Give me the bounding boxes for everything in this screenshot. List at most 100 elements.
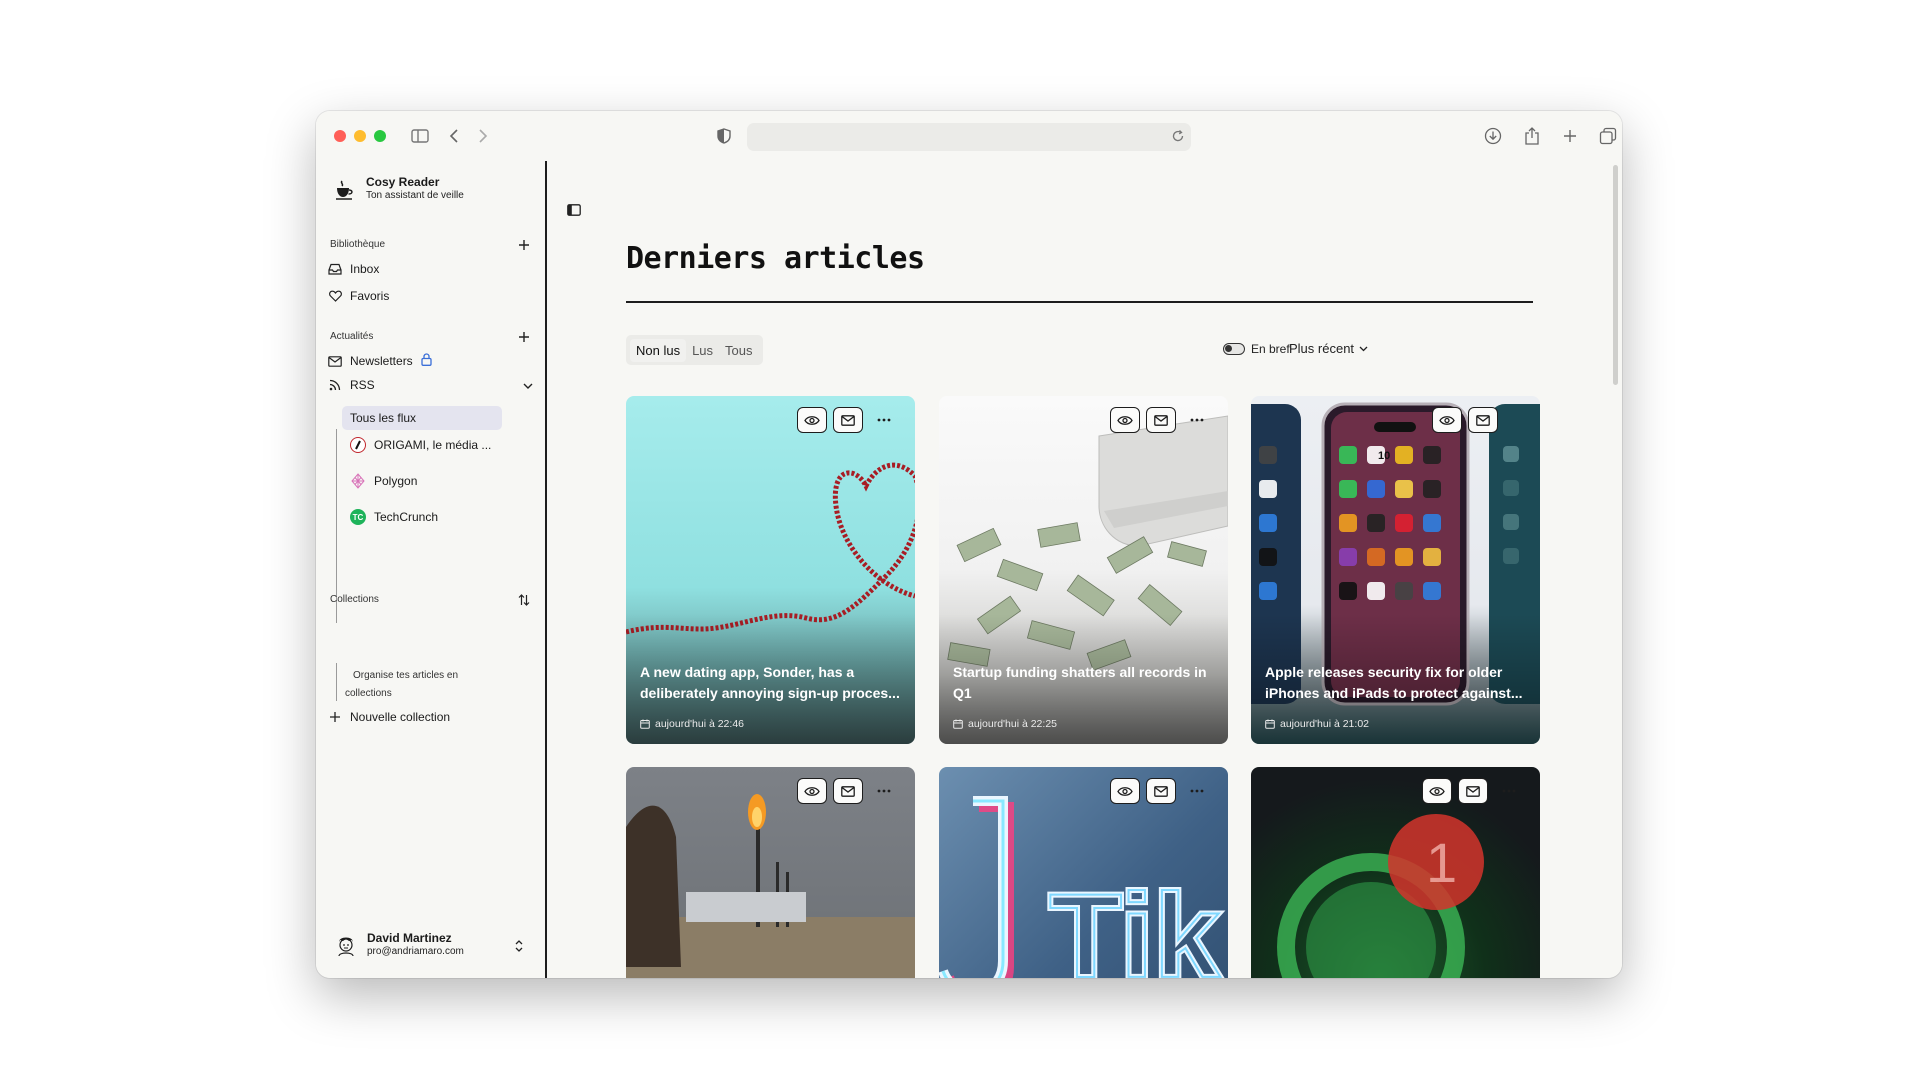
sidebar-item-rss[interactable]: RSS <box>328 374 533 396</box>
mark-read-button[interactable] <box>797 778 827 804</box>
chevron-up-down-icon[interactable] <box>514 939 524 958</box>
article-date-text: aujourd'hui à 22:25 <box>968 718 1057 730</box>
mail-icon <box>1154 785 1168 797</box>
more-options-icon[interactable] <box>1182 407 1212 433</box>
add-library-icon[interactable] <box>516 237 532 253</box>
mark-read-button[interactable] <box>1110 407 1140 433</box>
download-icon[interactable] <box>1481 124 1505 148</box>
news-heading: Actualités <box>330 331 374 342</box>
mail-icon <box>1154 414 1168 426</box>
send-email-button[interactable] <box>833 778 863 804</box>
article-date-text: aujourd'hui à 22:46 <box>655 718 744 730</box>
app-brand[interactable]: Cosy Reader Ton assistant de veille <box>334 175 464 203</box>
feed-item-polygon[interactable]: Polygon <box>342 466 502 496</box>
article-card[interactable]: 1 <box>1251 767 1540 978</box>
forward-icon[interactable] <box>471 124 495 148</box>
article-card[interactable]: Startup funding shatters all records in … <box>939 396 1228 744</box>
card-actions <box>797 778 899 804</box>
tab-unread[interactable]: Non lus <box>630 338 687 362</box>
send-email-button[interactable] <box>833 407 863 433</box>
article-date-text: aujourd'hui à 21:02 <box>1280 718 1369 730</box>
user-name: David Martinez <box>367 931 452 945</box>
eye-icon <box>804 415 820 425</box>
new-tab-icon[interactable] <box>1558 124 1582 148</box>
sidebar-item-label: Favoris <box>350 289 390 303</box>
sidebar-item-inbox[interactable]: Inbox <box>328 258 379 280</box>
article-card[interactable]: Tik Tik <box>939 767 1228 978</box>
mail-icon <box>1466 785 1480 797</box>
eye-icon <box>1117 786 1133 796</box>
chevron-down-icon <box>1359 346 1368 351</box>
sidebar-item-favoris[interactable]: Favoris <box>328 285 389 307</box>
mark-read-button[interactable] <box>1422 778 1452 804</box>
tab-all[interactable]: Tous <box>719 339 758 362</box>
mark-read-button[interactable] <box>797 407 827 433</box>
send-email-button[interactable] <box>1458 778 1488 804</box>
article-date: aujourd'hui à 22:46 <box>640 718 744 730</box>
card-actions <box>1110 778 1212 804</box>
mark-read-button[interactable] <box>1110 778 1140 804</box>
sidebar-toggle-icon[interactable] <box>408 124 432 148</box>
more-options-icon[interactable] <box>869 407 899 433</box>
collapse-sidebar-icon[interactable] <box>567 203 581 221</box>
article-title: Apple releases security fix for older iP… <box>1265 664 1523 701</box>
sidebar-item-label: Newsletters <box>350 354 413 368</box>
new-collection-button[interactable]: Nouvelle collection <box>328 706 450 728</box>
sidebar-item-newsletters[interactable]: Newsletters <box>328 350 432 372</box>
mail-icon <box>841 414 855 426</box>
article-card[interactable] <box>626 767 915 978</box>
send-email-button[interactable] <box>1146 778 1176 804</box>
feed-label: Tous les flux <box>350 411 417 425</box>
sidebar-item-label: Inbox <box>350 262 380 276</box>
polygon-favicon <box>350 473 366 489</box>
toggle-switch[interactable] <box>1223 343 1245 355</box>
add-news-icon[interactable] <box>516 329 532 345</box>
eye-icon <box>804 786 820 796</box>
sort-label: Plus récent <box>1289 341 1355 356</box>
feed-item-origami[interactable]: ORIGAMI, le média ... <box>342 430 502 460</box>
browser-window: Cosy Reader Ton assistant de veille Bibl… <box>316 111 1622 978</box>
eye-icon <box>1429 786 1445 796</box>
brief-toggle[interactable]: En bref <box>1223 342 1290 356</box>
article-card[interactable]: 10 Apple releases security fix for older… <box>1251 396 1540 744</box>
feed-item-all[interactable]: Tous les flux <box>342 406 502 430</box>
mark-read-button[interactable] <box>1432 407 1462 433</box>
zoom-window-button[interactable] <box>374 130 386 142</box>
feed-label: ORIGAMI, le média ... <box>374 438 492 452</box>
more-options-icon[interactable] <box>1182 778 1212 804</box>
heart-icon <box>328 289 342 303</box>
read-filter-tabs: Non lus Lus Tous <box>626 335 763 365</box>
origami-favicon <box>350 437 366 453</box>
article-title: Startup funding shatters all records in … <box>953 664 1207 701</box>
tab-read[interactable]: Lus <box>686 339 719 362</box>
user-profile[interactable]: David Martinez pro@andriamaro.com <box>334 931 464 958</box>
more-options-icon[interactable] <box>869 778 899 804</box>
article-card[interactable]: A new dating app, Sonder, has a delibera… <box>626 396 915 744</box>
more-options-icon[interactable] <box>1494 778 1524 804</box>
close-window-button[interactable] <box>334 130 346 142</box>
minimize-window-button[interactable] <box>354 130 366 142</box>
privacy-shield-icon[interactable] <box>712 124 736 148</box>
inbox-icon <box>328 262 342 276</box>
feed-label: TechCrunch <box>374 510 439 524</box>
back-icon[interactable] <box>442 124 466 148</box>
reload-icon[interactable] <box>1171 129 1185 148</box>
card-actions <box>797 407 899 433</box>
chevron-down-icon[interactable] <box>523 379 533 393</box>
tab-overview-icon[interactable] <box>1596 124 1620 148</box>
sort-collections-icon[interactable] <box>516 592 532 608</box>
address-bar[interactable] <box>747 123 1191 151</box>
feed-item-techcrunch[interactable]: TC TechCrunch <box>342 502 502 532</box>
send-email-button[interactable] <box>1468 407 1498 433</box>
article-title: A new dating app, Sonder, has a delibera… <box>640 664 900 701</box>
feed-label: Polygon <box>374 474 418 488</box>
send-email-button[interactable] <box>1146 407 1176 433</box>
calendar-icon <box>1265 719 1275 729</box>
share-icon[interactable] <box>1520 124 1544 148</box>
svg-text:10: 10 <box>1378 450 1390 462</box>
sort-dropdown[interactable]: Plus récent <box>1289 341 1368 356</box>
user-email: pro@andriamaro.com <box>367 946 464 957</box>
scrollbar[interactable] <box>1613 165 1618 385</box>
eye-icon <box>1117 415 1133 425</box>
techcrunch-favicon: TC <box>350 509 366 525</box>
